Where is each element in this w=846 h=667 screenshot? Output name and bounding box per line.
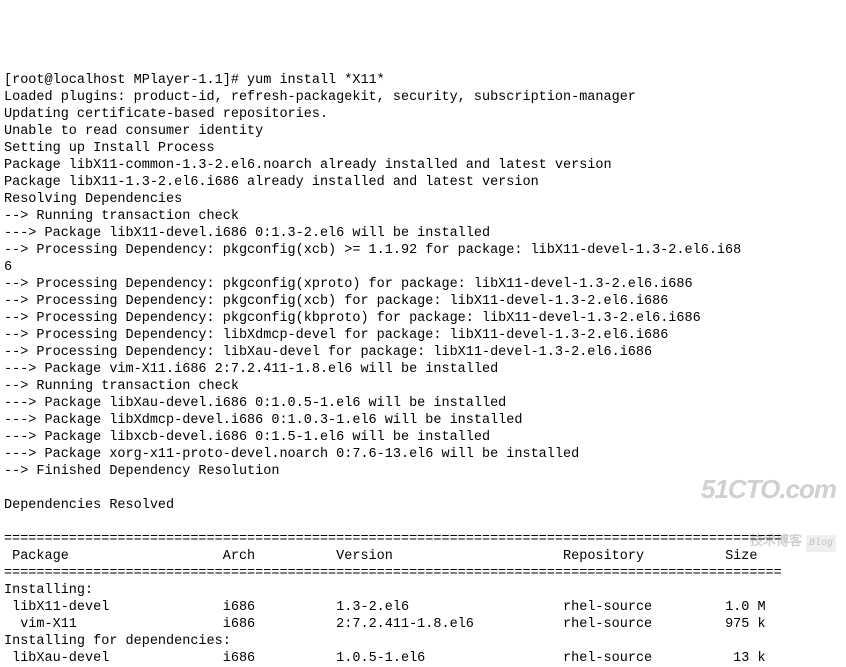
output-line: Resolving Dependencies	[4, 192, 182, 207]
output-line: --> Running transaction check	[4, 379, 239, 394]
pkg-version: 1.0.5-1.el6	[336, 651, 425, 666]
pkg-size: 975 k	[725, 617, 766, 632]
pkg-version: 2:7.2.411-1.8.el6	[336, 617, 474, 632]
watermark-logo: 51CTO.com	[701, 481, 836, 498]
output-line: ---> Package libX11-devel.i686 0:1.3-2.e…	[4, 226, 490, 241]
pkg-repo: rhel-source	[563, 651, 652, 666]
pkg-size: 13 k	[733, 651, 765, 666]
watermark-blog-badge: Blog	[806, 535, 836, 552]
output-line: ---> Package libxcb-devel.i686 0:1.5-1.e…	[4, 430, 490, 445]
output-line: --> Running transaction check	[4, 209, 239, 224]
pkg-repo: rhel-source	[563, 600, 652, 615]
output-line: --> Processing Dependency: pkgconfig(xcb…	[4, 243, 741, 258]
pkg-arch: i686	[223, 617, 255, 632]
col-repository: Repository	[563, 549, 644, 564]
pkg-version: 1.3-2.el6	[336, 600, 409, 615]
installing-deps-label: Installing for dependencies:	[4, 634, 231, 649]
pkg-name: vim-X11	[4, 617, 77, 632]
col-arch: Arch	[223, 549, 255, 564]
col-package: Package	[4, 549, 69, 564]
separator-line: ========================================…	[4, 566, 782, 581]
col-size: Size	[725, 549, 757, 564]
separator-line: ========================================…	[4, 532, 782, 547]
output-line: ---> Package xorg-x11-proto-devel.noarch…	[4, 447, 579, 462]
output-line: Setting up Install Process	[4, 141, 215, 156]
pkg-arch: i686	[223, 600, 255, 615]
output-line: 6	[4, 260, 12, 275]
output-line: Dependencies Resolved	[4, 498, 174, 513]
output-line: Package libX11-common-1.3-2.el6.noarch a…	[4, 158, 612, 173]
output-line: Updating certificate-based repositories.	[4, 107, 328, 122]
output-line: Loaded plugins: product-id, refresh-pack…	[4, 90, 636, 105]
col-version: Version	[336, 549, 393, 564]
installing-label: Installing:	[4, 583, 93, 598]
output-line: ---> Package libXau-devel.i686 0:1.0.5-1…	[4, 396, 506, 411]
output-line: Package libX11-1.3-2.el6.i686 already in…	[4, 175, 539, 190]
output-line: ---> Package vim-X11.i686 2:7.2.411-1.8.…	[4, 362, 498, 377]
pkg-name: libX11-devel	[4, 600, 109, 615]
command-text: yum install *X11*	[247, 73, 385, 88]
output-line: --> Finished Dependency Resolution	[4, 464, 279, 479]
pkg-repo: rhel-source	[563, 617, 652, 632]
output-line: --> Processing Dependency: pkgconfig(xpr…	[4, 277, 693, 292]
output-line: ---> Package libXdmcp-devel.i686 0:1.0.3…	[4, 413, 522, 428]
pkg-name: libXau-devel	[4, 651, 109, 666]
output-line: Unable to read consumer identity	[4, 124, 263, 139]
output-line: --> Processing Dependency: libXau-devel …	[4, 345, 652, 360]
output-line: --> Processing Dependency: pkgconfig(xcb…	[4, 294, 668, 309]
shell-prompt: [root@localhost MPlayer-1.1]#	[4, 73, 247, 88]
terminal-output: [root@localhost MPlayer-1.1]# yum instal…	[4, 73, 782, 666]
output-line: --> Processing Dependency: pkgconfig(kbp…	[4, 311, 701, 326]
pkg-size: 1.0 M	[725, 600, 766, 615]
output-line: --> Processing Dependency: libXdmcp-deve…	[4, 328, 668, 343]
pkg-arch: i686	[223, 651, 255, 666]
